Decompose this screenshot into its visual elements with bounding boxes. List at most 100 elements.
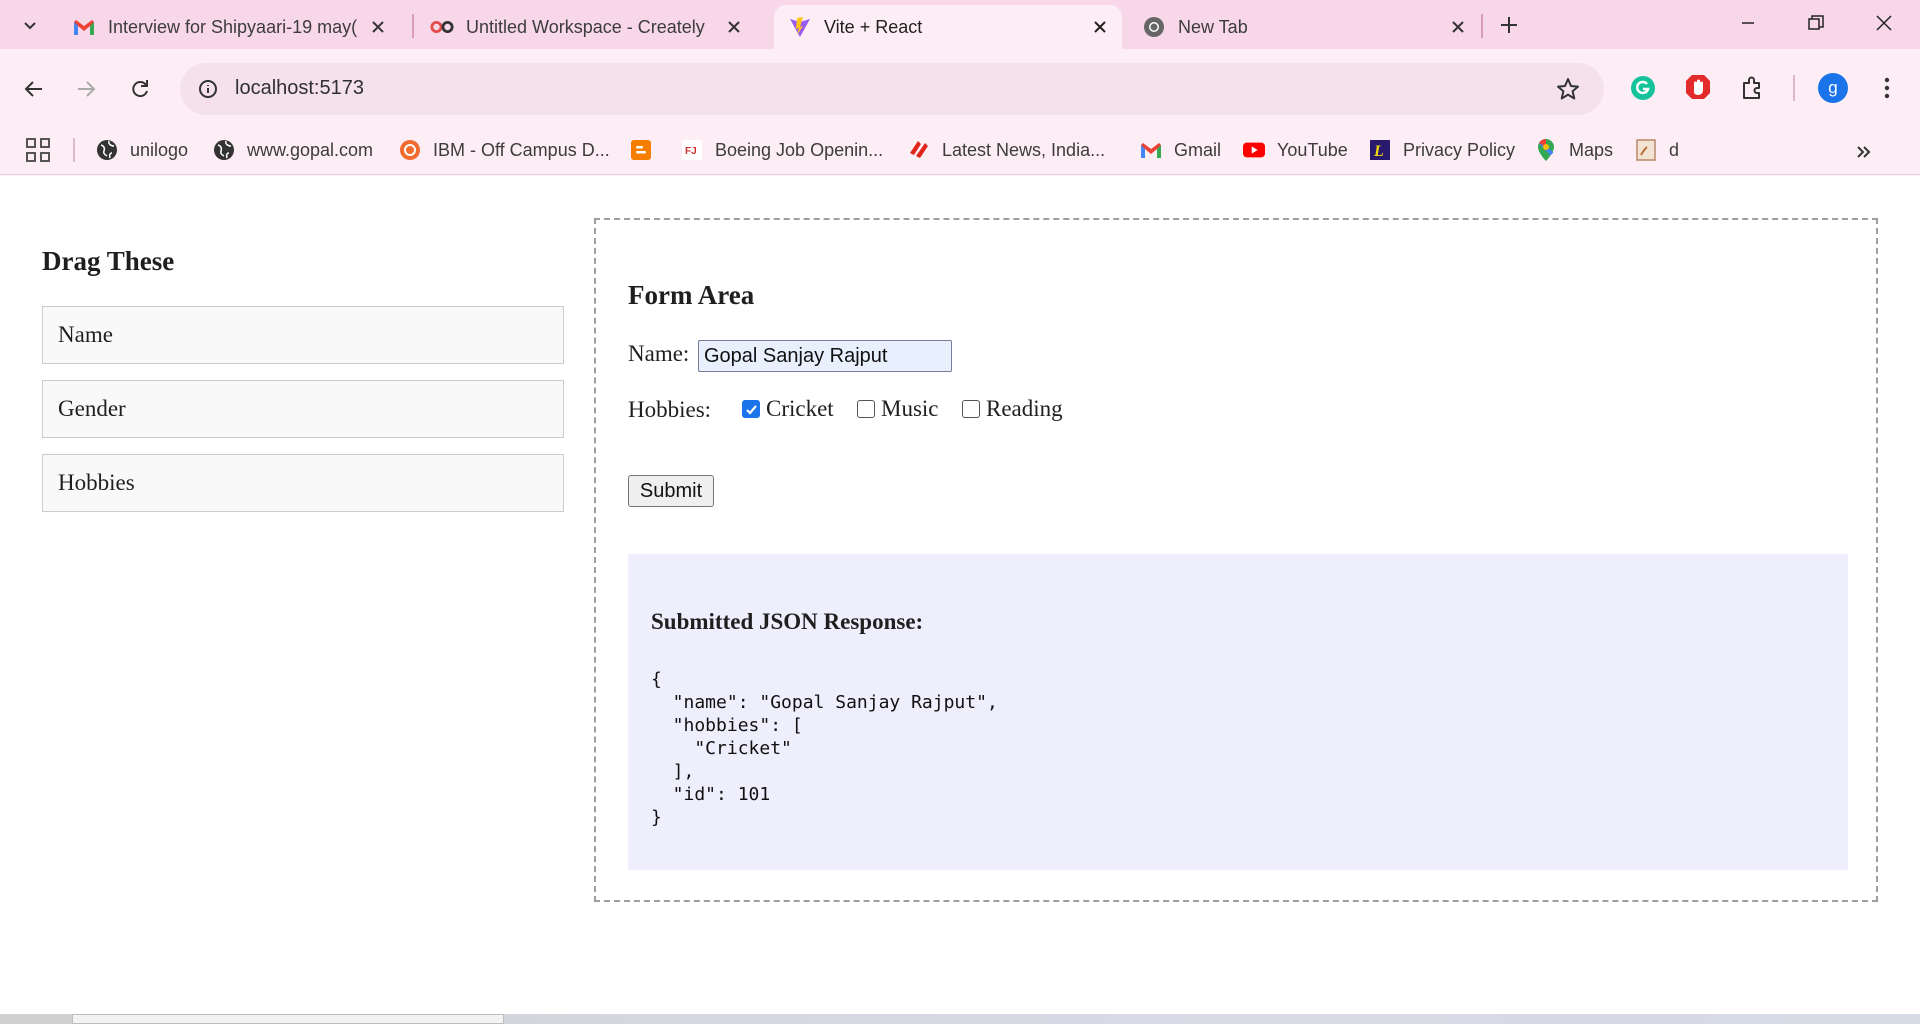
bookmark-unilogo[interactable]: unilogo xyxy=(96,134,188,166)
arrow-left-icon xyxy=(24,81,42,97)
form-drop-area[interactable]: Form Area Name: Hobbies: Cricket Music R… xyxy=(594,218,1878,902)
chevron-down-icon xyxy=(24,22,36,30)
checkbox-checked[interactable] xyxy=(742,400,760,418)
check-icon xyxy=(745,404,757,415)
close-icon xyxy=(1876,15,1892,31)
minimize-button[interactable] xyxy=(1714,0,1782,46)
drag-item-gender[interactable]: Gender xyxy=(42,380,564,438)
restore-button[interactable] xyxy=(1782,0,1850,46)
chrome-divider xyxy=(0,174,1920,175)
profile-avatar[interactable]: g xyxy=(1818,73,1848,103)
bookmark-boeing[interactable]: FJ Boeing Job Openin... xyxy=(681,134,883,166)
hobby-music[interactable]: Music xyxy=(857,396,939,422)
tab-title: Untitled Workspace - Creately xyxy=(466,16,705,37)
tab-vite-react[interactable]: Vite + React xyxy=(774,5,1122,49)
bookmark-label: Boeing Job Openin... xyxy=(715,139,884,160)
tab-new-tab[interactable]: New Tab xyxy=(1128,5,1480,49)
close-icon[interactable] xyxy=(1444,13,1472,41)
adblock-icon[interactable] xyxy=(1681,71,1715,105)
gmail-icon xyxy=(72,15,96,39)
drag-item-hobbies[interactable]: Hobbies xyxy=(42,454,564,512)
tab-title: New Tab xyxy=(1178,16,1248,37)
submit-button[interactable]: Submit xyxy=(628,475,714,507)
close-icon[interactable] xyxy=(720,13,748,41)
apps-grid-icon[interactable] xyxy=(25,137,51,163)
doc-icon xyxy=(1635,139,1657,161)
hobbies-label: Hobbies: xyxy=(628,397,712,422)
close-window-button[interactable] xyxy=(1850,0,1918,46)
close-icon[interactable] xyxy=(364,13,392,41)
globe-icon xyxy=(213,139,235,161)
tab-gmail-interview[interactable]: Interview for Shipyaari-19 may( xyxy=(58,5,400,49)
restore-icon xyxy=(1808,15,1824,30)
bookmark-label: YouTube xyxy=(1277,139,1348,160)
bookmark-label: d xyxy=(1669,139,1680,160)
hobby-label: Music xyxy=(881,396,939,421)
bookmark-ibm[interactable]: IBM - Off Campus D... xyxy=(399,134,610,166)
tab-separator xyxy=(1481,14,1483,38)
close-icon[interactable] xyxy=(1086,13,1114,41)
minimize-icon xyxy=(1742,22,1754,24)
chrome-icon xyxy=(1142,15,1166,39)
tab-separator xyxy=(412,14,414,38)
bookmark-youtube[interactable]: YouTube xyxy=(1243,134,1348,166)
name-label: Name: xyxy=(628,341,690,366)
name-input[interactable] xyxy=(698,340,952,372)
checkbox-unchecked[interactable] xyxy=(857,400,875,418)
reload-icon xyxy=(132,80,148,98)
tab-strip: Interview for Shipyaari-19 may( Untitled… xyxy=(0,0,1920,49)
privacy-icon: L xyxy=(1369,139,1391,161)
youtube-icon xyxy=(1243,139,1265,161)
svg-text:FJ: FJ xyxy=(685,146,697,157)
maps-icon xyxy=(1535,138,1557,161)
extensions-puzzle-icon[interactable] xyxy=(1736,71,1770,105)
svg-text:L: L xyxy=(1373,143,1384,160)
hobby-cricket[interactable]: Cricket xyxy=(742,396,834,422)
blogger-icon xyxy=(630,139,652,161)
taskbar-window-preview[interactable] xyxy=(72,1014,504,1024)
hobby-label: Reading xyxy=(986,396,1063,421)
bookmark-star-icon[interactable] xyxy=(1554,75,1582,103)
more-bookmarks-chevron-icon[interactable] xyxy=(1852,140,1876,164)
bookmark-latest-news[interactable]: Latest News, India... xyxy=(908,134,1105,166)
bookmark-gopal[interactable]: www.gopal.com xyxy=(213,134,373,166)
url-text[interactable]: localhost:5173 xyxy=(235,77,364,100)
bookmark-label: Latest News, India... xyxy=(942,139,1106,160)
news-icon xyxy=(908,139,930,161)
tab-search-button[interactable] xyxy=(10,8,50,42)
bookmark-maps[interactable]: Maps xyxy=(1535,134,1613,166)
json-response-code: { "name": "Gopal Sanjay Rajput", "hobbie… xyxy=(651,669,998,828)
new-tab-button[interactable] xyxy=(1493,9,1525,41)
vite-icon xyxy=(788,15,812,39)
address-bar[interactable]: localhost:5173 xyxy=(180,63,1604,115)
form-area-heading: Form Area xyxy=(628,280,755,310)
bookmark-d[interactable]: d xyxy=(1635,134,1679,166)
json-response-heading: Submitted JSON Response: xyxy=(651,609,924,634)
forward-button[interactable] xyxy=(66,69,106,109)
bookmark-label: www.gopal.com xyxy=(247,139,374,160)
hobby-label: Cricket xyxy=(766,396,834,421)
bookmarks-separator xyxy=(73,138,75,162)
grammarly-icon[interactable] xyxy=(1626,71,1660,105)
reload-button[interactable] xyxy=(120,69,160,109)
globe-icon xyxy=(96,139,118,161)
drag-these-heading: Drag These xyxy=(42,246,175,276)
drag-item-name[interactable]: Name xyxy=(42,306,564,364)
bookmark-blogger[interactable] xyxy=(630,134,664,166)
bookmark-gmail[interactable]: Gmail xyxy=(1140,134,1221,166)
ibm-icon xyxy=(399,139,421,161)
tab-title: Interview for Shipyaari-19 may( xyxy=(108,16,358,37)
back-button[interactable] xyxy=(14,69,54,109)
checkbox-unchecked[interactable] xyxy=(962,400,980,418)
bookmarks-bar: unilogo www.gopal.com IBM - Off Campus D… xyxy=(0,126,1920,174)
creately-icon xyxy=(430,15,454,39)
tab-creately[interactable]: Untitled Workspace - Creately xyxy=(416,5,756,49)
bookmark-privacy-policy[interactable]: L Privacy Policy xyxy=(1369,134,1515,166)
bookmark-label: IBM - Off Campus D... xyxy=(433,139,610,160)
bookmark-label: Privacy Policy xyxy=(1403,139,1516,160)
menu-kebab-icon[interactable] xyxy=(1870,71,1904,105)
hobby-reading[interactable]: Reading xyxy=(962,396,1063,422)
fj-icon: FJ xyxy=(681,139,703,161)
site-info-icon[interactable] xyxy=(194,75,222,103)
bookmark-label: unilogo xyxy=(130,139,189,160)
